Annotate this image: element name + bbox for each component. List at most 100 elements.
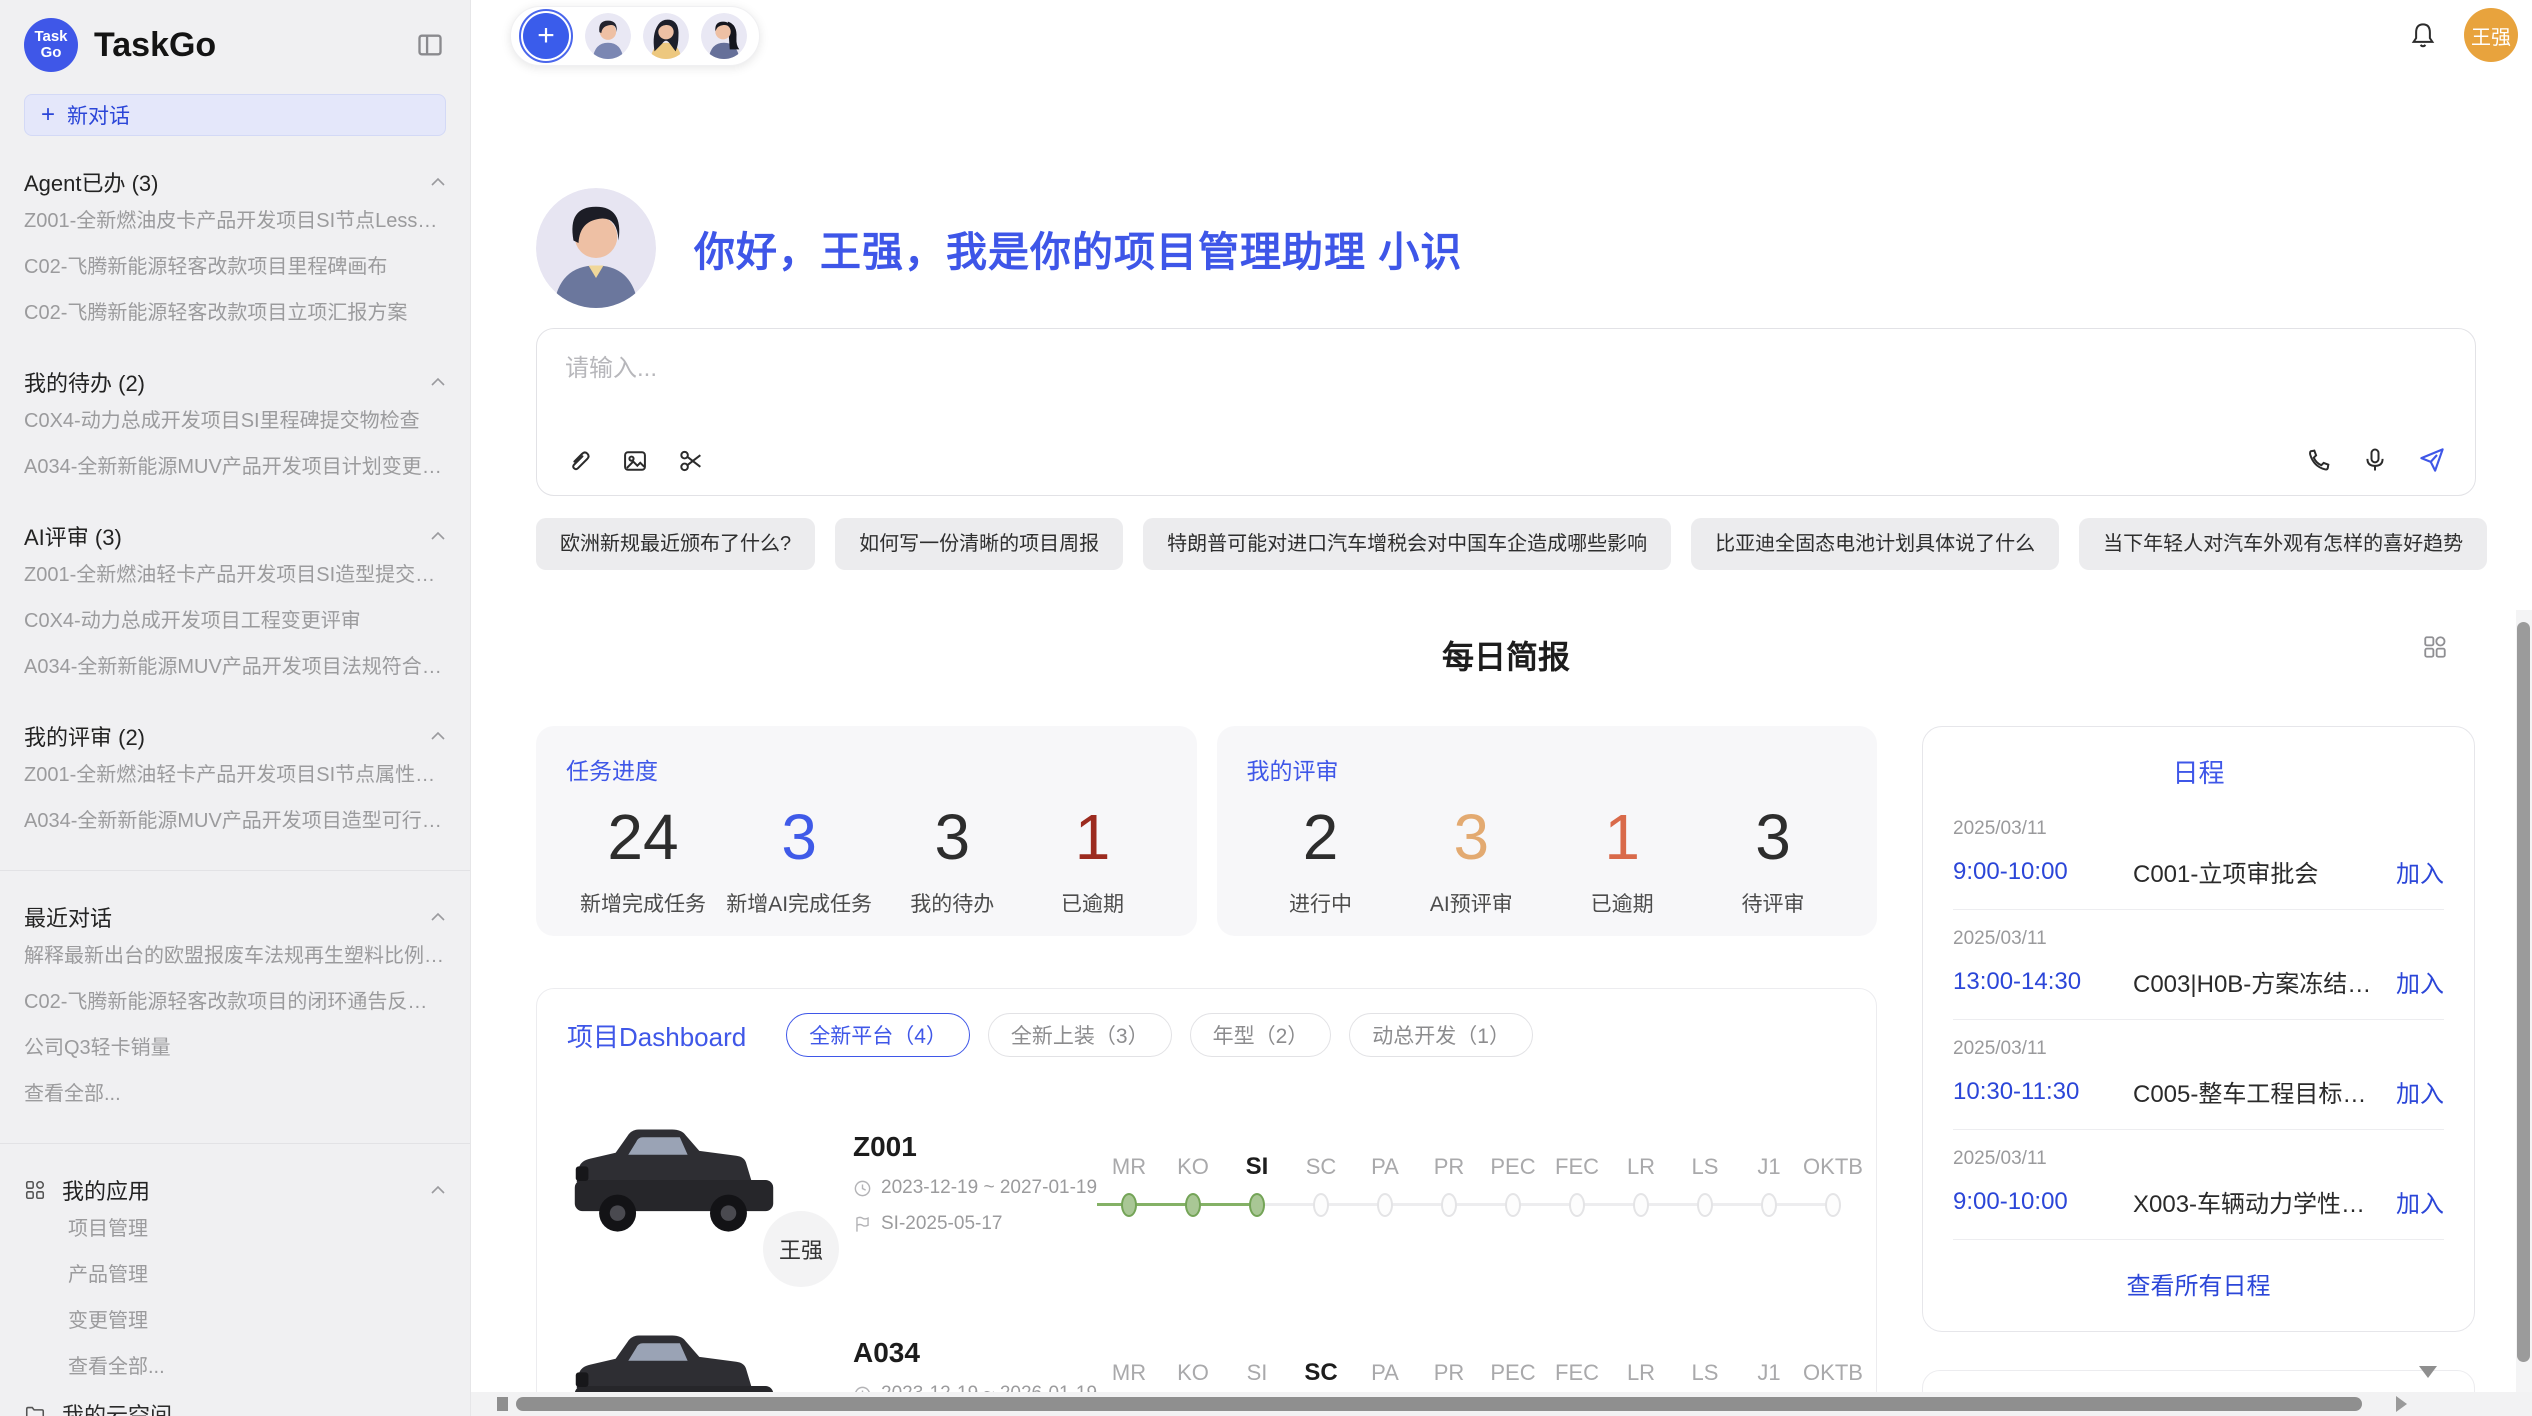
milestone-label: SI [1225,1355,1289,1397]
app-item[interactable]: 产品管理 [24,1252,446,1298]
sidebar-task-item[interactable]: A034-全新新能源MUV产品开发项目法规符合性评审 [24,644,446,690]
milestone: SC [1289,1149,1353,1221]
horizontal-scrollbar-thumb[interactable] [516,1397,2362,1411]
section-ai-review: AI评审 (3) Z001-全新燃油轻卡产品开发项目SI造型提交物评审C0X4-… [24,520,446,690]
milestone-label: OKTB [1801,1149,1865,1191]
app-item[interactable]: 查看全部... [24,1344,446,1390]
dashboard-filters: 全新平台（4） 全新上装（3） 年型（2） 动总开发（1） [786,1013,1533,1057]
sidebar-item-cloud-space[interactable]: 我的云空间 [24,1390,446,1416]
milestone-dot [1121,1193,1137,1217]
schedule-time: 9:00-10:00 [1953,858,2133,886]
filter-pill[interactable]: 全新上装（3） [988,1013,1172,1057]
schedule-card: 日程 2025/03/11 9:00-10:00 C001-立项审批会 加入 [1922,726,2475,1332]
scissors-icon[interactable] [677,447,705,475]
logo-line2: Go [41,45,62,61]
image-icon[interactable] [621,447,649,475]
project-code: A034 [853,1337,1097,1369]
schedule-event-name: C003|H0B-方案冻结评审 [2133,964,2384,999]
daily-brief-title: 每日简报 [1442,639,1570,675]
recent-chat-item[interactable]: C02-飞腾新能源轻客改款项目的闭环通告反馈情况 [24,979,446,1025]
stat-value: 3 [1411,800,1531,874]
attachment-icon[interactable] [565,447,593,475]
schedule-date: 2025/03/11 [1953,818,2444,840]
recent-chat-item[interactable]: 查看全部... [24,1071,446,1117]
sidebar-task-item[interactable]: A034-全新新能源MUV产品开发项目造型可行性评审 [24,798,446,844]
section-recent-chats: 最近对话 解释最新出台的欧盟报废车法规再生塑料比例被调至15%...C02-飞腾… [24,901,446,1117]
milestone-label: PEC [1481,1355,1545,1397]
chevron-up-icon[interactable] [430,376,446,388]
owner-badge: 王强 [763,1211,839,1287]
chat-input[interactable] [565,355,2165,383]
vertical-scrollbar-thumb[interactable] [2517,622,2530,1362]
chevron-up-icon[interactable] [430,911,446,923]
filter-pill[interactable]: 年型（2） [1190,1013,1332,1057]
stat-value: 3 [892,800,1012,874]
sidebar-task-item[interactable]: Z001-全新燃油轻卡产品开发项目SI节点属性5D文件评审 [24,752,446,798]
sidebar-task-item[interactable]: Z001-全新燃油皮卡产品开发项目SI节点Lesson Learn报告 [24,198,446,244]
filter-pill[interactable]: 动总开发（1） [1349,1013,1533,1057]
sidebar-task-item[interactable]: Z001-全新燃油轻卡产品开发项目SI造型提交物评审 [24,552,446,598]
schedule-time: 9:00-10:00 [1953,1188,2133,1216]
project-row[interactable]: 王强 Z001 2023-12-19 ~ 2027-01-19 SI-2025-… [567,1103,1846,1263]
milestone-label: SI [1225,1149,1289,1191]
scroll-right-arrow-icon[interactable] [2396,1396,2407,1412]
sidebar-task-item[interactable]: C0X4-动力总成开发项目SI里程碑提交物检查 [24,398,446,444]
apps-grid-icon [24,1179,46,1201]
new-chat-button[interactable]: + 新对话 [24,94,446,136]
join-link[interactable]: 加入 [2396,854,2444,889]
milestone-dot [1825,1193,1841,1217]
join-link[interactable]: 加入 [2396,964,2444,999]
chevron-up-icon[interactable] [430,1184,446,1196]
milestone-label: J1 [1737,1149,1801,1191]
stat-cards: 任务进度 24 新增完成任务 3 新增AI完成任务 3 [536,726,1877,936]
milestone: PR [1417,1149,1481,1221]
sidebar-collapse-icon[interactable] [414,29,446,61]
join-link[interactable]: 加入 [2396,1184,2444,1219]
horizontal-scrollbar-track [471,1392,2532,1416]
schedule-event-name: C001-立项审批会 [2133,854,2384,889]
send-icon[interactable] [2417,445,2447,475]
scroll-left-button[interactable] [497,1397,508,1411]
milestone-label: PA [1353,1355,1417,1397]
recent-chat-item[interactable]: 解释最新出台的欧盟报废车法规再生塑料比例被调至15%... [24,933,446,979]
milestone-track: MR KO SI SC [1097,1145,1865,1221]
greeting-text: 你好，王强，我是你的项目管理助理 小识 [694,218,1462,278]
join-link[interactable]: 加入 [2396,1074,2444,1109]
milestone-label: FEC [1545,1355,1609,1397]
app-item[interactable]: 项目管理 [24,1206,446,1252]
chevron-up-icon[interactable] [430,730,446,742]
milestone-label: LR [1609,1355,1673,1397]
layout-grid-icon[interactable] [2422,634,2448,665]
suggestion-chip[interactable]: 如何写一份清晰的项目周报 [835,518,1123,570]
filter-pill[interactable]: 全新平台（4） [786,1013,970,1057]
milestone-dot [1377,1193,1393,1217]
milestone: OKTB [1801,1149,1865,1221]
app-item[interactable]: 变更管理 [24,1298,446,1344]
chevron-up-icon[interactable] [430,176,446,188]
scroll-down-arrow-icon[interactable] [2419,1366,2437,1378]
project-code: Z001 [853,1131,1097,1163]
phone-icon[interactable] [2305,446,2333,474]
sidebar-task-item[interactable]: C02-飞腾新能源轻客改款项目里程碑画布 [24,244,446,290]
stat: 1 已逾期 [1033,800,1153,918]
schedule-item: 2025/03/11 9:00-10:00 X003-车辆动力学性能验... 加… [1953,1130,2444,1240]
chevron-up-icon[interactable] [430,530,446,542]
plus-icon: + [41,101,55,129]
sidebar-task-item[interactable]: C0X4-动力总成开发项目工程变更评审 [24,598,446,644]
view-all-schedule-link[interactable]: 查看所有日程 [1953,1240,2444,1311]
recent-chat-item[interactable]: 公司Q3轻卡销量 [24,1025,446,1071]
sidebar-task-item[interactable]: A034-全新新能源MUV产品开发项目计划变更表编写 [24,444,446,490]
suggestion-chip[interactable]: 特朗普可能对进口汽车增税会对中国车企造成哪些影响 [1143,518,1671,570]
milestone-label: MR [1097,1149,1161,1191]
suggestion-chip[interactable]: 比亚迪全固态电池计划具体说了什么 [1691,518,2059,570]
schedule-time: 10:30-11:30 [1953,1078,2133,1106]
divider [0,870,470,871]
schedule-item: 2025/03/11 10:30-11:30 C005-整车工程目标评审 加入 [1953,1020,2444,1130]
microphone-icon[interactable] [2361,446,2389,474]
suggestion-chip[interactable]: 欧洲新规最近颁布了什么? [536,518,815,570]
sidebar-task-item[interactable]: C02-飞腾新能源轻客改款项目立项汇报方案 [24,290,446,336]
schedule-date: 2025/03/11 [1953,1148,2444,1170]
milestone: LR [1609,1149,1673,1221]
milestone-dot [1249,1193,1265,1217]
suggestion-chip[interactable]: 当下年轻人对汽车外观有怎样的喜好趋势 [2079,518,2487,570]
